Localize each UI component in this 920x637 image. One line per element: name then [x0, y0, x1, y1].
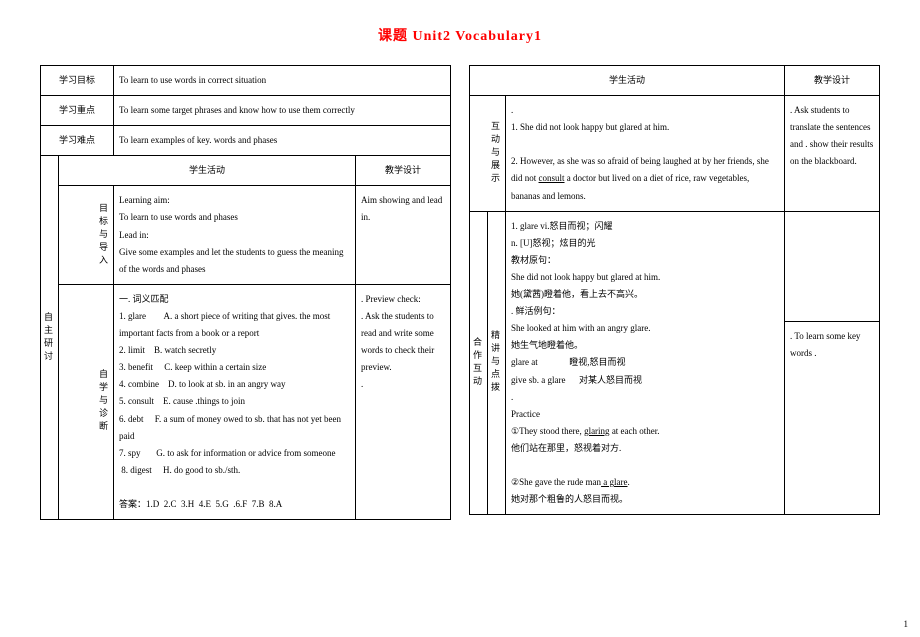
side-label-interact-show: 互动与展示	[470, 96, 506, 212]
two-column-layout: 学习目标 To learn to use words in correct si…	[40, 65, 880, 520]
row-interact-show: 互动与展示 . 1. She did not look happy but gl…	[470, 96, 880, 212]
text-focus: To learn some target phrases and know ho…	[114, 96, 451, 126]
text-difficulty: To learn examples of key. words and phas…	[114, 126, 451, 156]
page-title: 课题 Unit2 Vocabulary1	[40, 25, 880, 45]
activity-self-diagnose: 一. 词义匹配 1. glare A. a short piece of wri…	[114, 284, 356, 519]
text-pre-consult: . 1. She did not look happy but glared a…	[511, 105, 771, 183]
label-self-diagnose: 自学与诊断	[59, 284, 114, 519]
practice-1-pre: ①They stood there,	[511, 426, 584, 436]
design-explain-empty	[785, 211, 880, 321]
label-difficulty: 学习难点	[41, 126, 114, 156]
header-activity-right: 学生活动	[470, 66, 785, 96]
left-table: 学习目标 To learn to use words in correct si…	[40, 65, 451, 520]
row-objective: 学习目标 To learn to use words in correct si…	[41, 66, 451, 96]
activity-explain: 1. glare vi.怒目而视；闪耀 n. [U]怒视；炫目的光 教材原句： …	[506, 211, 785, 515]
side-label-self-study: 自主研讨	[41, 156, 59, 520]
activity-goal-intro: Learning aim: To learn to use words and …	[114, 186, 356, 284]
header-design-left: 教学设计	[356, 156, 451, 186]
practice-1-cn: 他们站在那里，怒视着对方.	[511, 443, 621, 453]
side-label-cooperate: 合作互动	[470, 211, 488, 515]
design-explain: . To learn some key words .	[785, 321, 880, 515]
label-objective: 学习目标	[41, 66, 114, 96]
row-focus: 学习重点 To learn some target phrases and kn…	[41, 96, 451, 126]
underline-a-glare: a glare	[601, 477, 627, 487]
design-goal-intro: Aim showing and lead in.	[356, 186, 451, 284]
row-goal-intro: 目标与导入 Learning aim: To learn to use word…	[41, 186, 451, 284]
right-table: 学生活动 教学设计 互动与展示 . 1. She did not look ha…	[469, 65, 880, 515]
row-self-diagnose: 自学与诊断 一. 词义匹配 1. glare A. a short piece …	[41, 284, 451, 519]
row-difficulty: 学习难点 To learn examples of key. words and…	[41, 126, 451, 156]
underline-glaring: glaring	[584, 426, 610, 436]
label-goal-intro: 目标与导入	[59, 186, 114, 284]
header-design-right: 教学设计	[785, 66, 880, 96]
page-number: 1	[904, 619, 909, 629]
row-headers-left: 自主研讨 学生活动 教学设计	[41, 156, 451, 186]
practice-1-post: at each other.	[610, 426, 660, 436]
row-cooperate: 合作互动 精讲与点拨 1. glare vi.怒目而视；闪耀 n. [U]怒视；…	[470, 211, 880, 321]
design-self-diagnose: . Preview check: . Ask the students to r…	[356, 284, 451, 519]
header-activity-left: 学生活动	[59, 156, 356, 186]
label-focus: 学习重点	[41, 96, 114, 126]
design-interact-show: . Ask students to translate the sentence…	[785, 96, 880, 212]
practice-2-pre: ②She gave the rude man	[511, 477, 601, 487]
text-objective: To learn to use words in correct situati…	[114, 66, 451, 96]
underline-consult: consult	[539, 173, 565, 183]
side-label-explain: 精讲与点拨	[488, 211, 506, 515]
practice-2-cn: 她对那个粗鲁的人怒目而视。	[511, 494, 628, 504]
activity-interact-show: . 1. She did not look happy but glared a…	[506, 96, 785, 212]
text-glare-block: 1. glare vi.怒目而视；闪耀 n. [U]怒视；炫目的光 教材原句： …	[511, 221, 660, 419]
row-headers-right: 学生活动 教学设计	[470, 66, 880, 96]
left-column: 学习目标 To learn to use words in correct si…	[40, 65, 451, 520]
practice-2-post: .	[628, 477, 630, 487]
right-column: 学生活动 教学设计 互动与展示 . 1. She did not look ha…	[469, 65, 880, 520]
